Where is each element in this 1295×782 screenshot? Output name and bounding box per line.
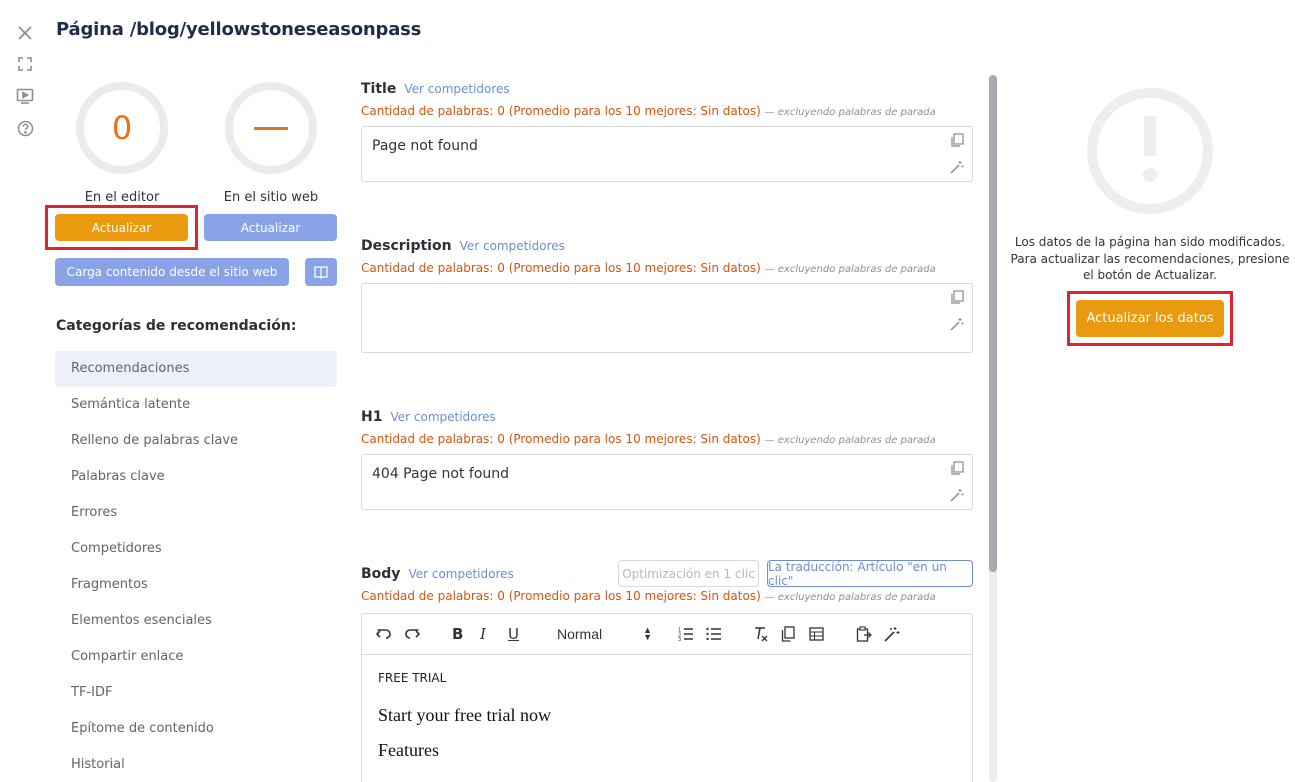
svg-text:3: 3 [678, 637, 681, 641]
description-input[interactable] [361, 283, 973, 353]
category-recommendations[interactable]: Recomendaciones [55, 351, 337, 387]
website-score-label: En el sitio web [223, 190, 319, 205]
body-word-count-note: — excluyendo palabras de parada [764, 592, 936, 603]
update-editor-button[interactable]: Actualizar [55, 214, 188, 241]
description-word-count: Cantidad de palabras: 0 (Promedio para l… [361, 261, 973, 275]
category-competitors[interactable]: Competidores [55, 531, 337, 567]
scrollbar-thumb[interactable] [989, 75, 997, 572]
one-click-optimization-button[interactable]: Optimización en 1 clic [618, 560, 759, 587]
translation-button[interactable]: La traducción: Artículo "en un clic" [767, 560, 973, 588]
h1-value: 404 Page not found [372, 466, 510, 482]
underline-button[interactable]: U [508, 624, 519, 644]
category-keywords[interactable]: Palabras clave [55, 459, 337, 495]
message-line-2: Para actualizar las recomendaciones, pre… [1010, 251, 1290, 266]
website-score-circle [225, 82, 317, 174]
title-see-competitors-link[interactable]: Ver competidores [404, 82, 509, 96]
body-word-count: Cantidad de palabras: 0 (Promedio para l… [361, 589, 973, 603]
description-word-count-note: — excluyendo palabras de parada [764, 264, 936, 275]
h1-see-competitors-link[interactable]: Ver competidores [390, 410, 495, 424]
copy-icon[interactable] [950, 290, 964, 304]
update-data-button[interactable]: Actualizar los datos [1076, 300, 1224, 337]
editor-score-circle: 0 [76, 82, 168, 174]
editor-toolbar: B I U Normal ▲ ▼ 123 [362, 614, 972, 655]
h1-field: H1 Ver competidores Cantidad de palabras:… [361, 408, 973, 510]
title-field: Title Ver competidores Cantidad de palabr… [361, 80, 973, 182]
category-history[interactable]: Historial [55, 747, 337, 782]
data-modified-message: Los datos de la página han sido modifica… [1005, 234, 1295, 284]
editor-score-value: 0 [111, 109, 133, 147]
description-word-count-text: Cantidad de palabras: 0 (Promedio para l… [361, 261, 761, 275]
description-field: Description Ver competidores Cantidad de … [361, 237, 973, 353]
h1-word-count-text: Cantidad de palabras: 0 (Promedio para l… [361, 432, 761, 446]
bold-button[interactable]: B [452, 624, 463, 644]
book-button[interactable] [305, 258, 337, 286]
h1-word-count: Cantidad de palabras: 0 (Promedio para l… [361, 432, 973, 446]
page-title: Página /blog/yellowstoneseasonpass [56, 19, 422, 40]
message-line-3: el botón de Actualizar. [1083, 268, 1217, 282]
select-arrows-icon: ▲ ▼ [643, 625, 652, 642]
warning-icon-dot [1143, 168, 1157, 182]
paste-icon[interactable] [856, 624, 872, 644]
copy-icon[interactable] [781, 624, 795, 644]
undo-icon[interactable] [376, 624, 392, 644]
categories-heading: Categorías de recomendación: [56, 318, 297, 334]
category-errors[interactable]: Errores [55, 495, 337, 531]
title-word-count-text: Cantidad de palabras: 0 (Promedio para l… [361, 104, 761, 118]
h1-word-count-note: — excluyendo palabras de parada [764, 435, 936, 446]
h1-input[interactable]: 404 Page not found [361, 454, 973, 510]
update-website-button[interactable]: Actualizar [204, 214, 337, 241]
magic-wand-icon[interactable] [884, 624, 900, 644]
magic-wand-icon[interactable] [950, 317, 964, 331]
title-label: Title [361, 81, 397, 97]
copy-icon[interactable] [950, 133, 964, 147]
editor-line-features: Features [378, 740, 439, 760]
editor-content[interactable]: FREE TRIAL Start your free trial now Fea… [362, 655, 972, 777]
h1-label: H1 [361, 409, 383, 425]
table-icon[interactable] [809, 624, 824, 644]
title-word-count: Cantidad de palabras: 0 (Promedio para l… [361, 104, 973, 118]
editor-line-free-trial: FREE TRIAL [378, 671, 447, 685]
italic-button[interactable]: I [480, 624, 486, 644]
format-select[interactable]: Normal ▲ ▼ [557, 624, 652, 644]
description-see-competitors-link[interactable]: Ver competidores [460, 239, 565, 253]
video-tutorial-icon[interactable] [14, 85, 36, 107]
category-essentials[interactable]: Elementos esenciales [55, 603, 337, 639]
category-latent-semantics[interactable]: Semántica latente [55, 387, 337, 423]
category-keyword-stuffing[interactable]: Relleno de palabras clave [55, 423, 337, 459]
body-label: Body [361, 566, 401, 582]
book-icon [314, 266, 328, 279]
categories-list: Recomendaciones Semántica latente Rellen… [55, 351, 337, 782]
website-score-value [254, 126, 288, 130]
magic-wand-icon[interactable] [950, 488, 964, 502]
help-icon[interactable] [14, 117, 36, 139]
copy-icon[interactable] [950, 461, 964, 475]
category-share-link[interactable]: Compartir enlace [55, 639, 337, 675]
warning-icon-bar [1144, 116, 1156, 156]
clear-format-icon[interactable] [753, 624, 769, 644]
description-label: Description [361, 238, 452, 254]
title-input[interactable]: Page not found [361, 126, 973, 182]
editor-line-start-trial: Start your free trial now [378, 705, 551, 725]
format-select-value: Normal [557, 626, 603, 642]
close-icon[interactable] [14, 22, 36, 44]
magic-wand-icon[interactable] [950, 160, 964, 174]
category-snippets[interactable]: Fragmentos [55, 567, 337, 603]
ordered-list-icon[interactable]: 123 [678, 624, 694, 644]
title-value: Page not found [372, 138, 478, 154]
category-content-epitome[interactable]: Epítome de contenido [55, 711, 337, 747]
redo-icon[interactable] [404, 624, 420, 644]
body-editor[interactable]: B I U Normal ▲ ▼ 123 FREE TRIAL Start you… [361, 613, 973, 782]
message-line-1: Los datos de la página han sido modifica… [1014, 235, 1286, 249]
bullet-list-icon[interactable] [706, 624, 722, 644]
fullscreen-icon[interactable] [14, 53, 36, 75]
load-content-button[interactable]: Carga contenido desde el sitio web [55, 258, 289, 286]
body-word-count-text: Cantidad de palabras: 0 (Promedio para l… [361, 589, 761, 603]
category-tf-idf[interactable]: TF-IDF [55, 675, 337, 711]
title-word-count-note: — excluyendo palabras de parada [764, 107, 936, 118]
body-see-competitors-link[interactable]: Ver competidores [408, 567, 513, 581]
editor-score-label: En el editor [84, 190, 160, 205]
